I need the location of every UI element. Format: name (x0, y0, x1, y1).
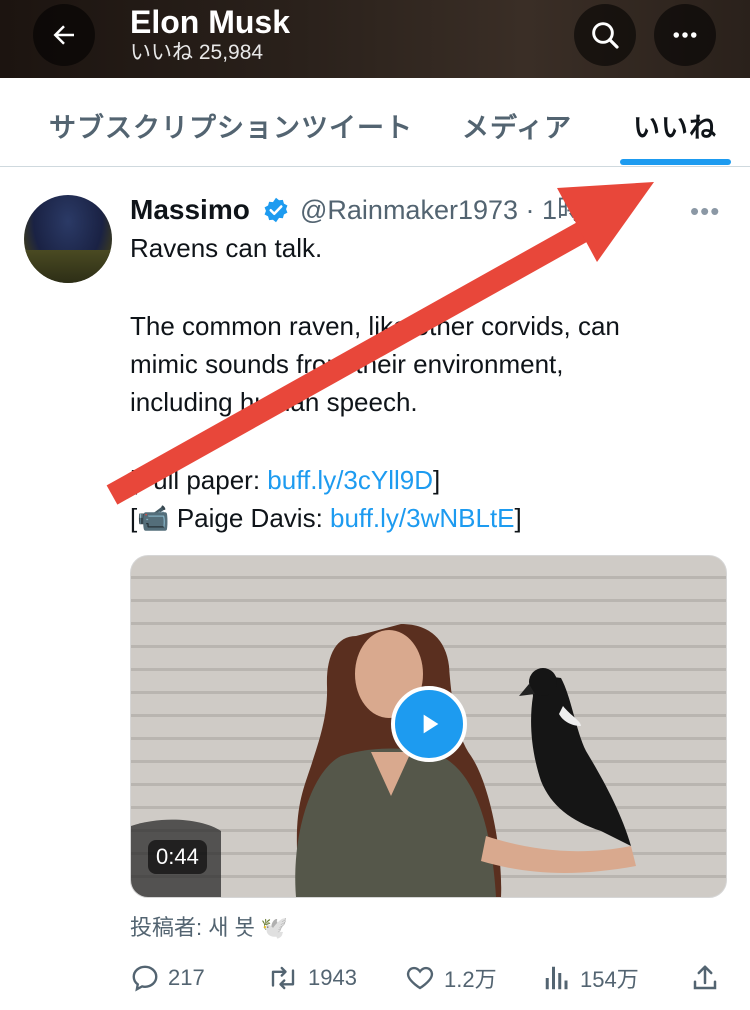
like-count: 1.2万 (444, 967, 497, 992)
profile-tabs: サブスクリプションツイート メディア いいね (0, 78, 750, 167)
tweet-text-line: including human speech. (130, 387, 418, 417)
tweet-text-line: mimic sounds from their environment, (130, 349, 564, 379)
back-button[interactable] (33, 4, 95, 66)
more-button[interactable] (654, 4, 716, 66)
paper-suffix: ] (433, 465, 441, 495)
views-count: 154万 (580, 967, 639, 992)
tweet-more-icon[interactable]: ••• (690, 196, 720, 227)
profile-header: Elon Musk いいね 25,984 (0, 0, 750, 78)
video-camera-icon: 📹 (137, 503, 170, 533)
search-icon (592, 22, 619, 49)
paper-link[interactable]: buff.ly/3cYll9D (267, 465, 433, 495)
verified-badge-icon (264, 197, 288, 223)
tweet-text-line: Ravens can talk. (130, 233, 323, 263)
search-button[interactable] (574, 4, 636, 66)
video-credit-suffix: ] (514, 503, 522, 533)
play-button[interactable] (391, 686, 467, 762)
tweet-text-line: The common raven, like other corvids, ca… (130, 311, 620, 341)
video-credit-line: [📹 Paige Davis: buff.ly/3wNBLtE] (130, 499, 522, 537)
heart-icon (406, 966, 434, 990)
share-button[interactable] (690, 958, 720, 998)
video-credit-name: Paige Davis: (169, 503, 331, 533)
views-button[interactable]: 154万 (542, 958, 639, 998)
tab-likes[interactable]: いいね (633, 106, 717, 145)
like-button[interactable]: 1.2万 (404, 958, 497, 998)
retweet-count: 1943 (308, 965, 357, 990)
reply-button[interactable]: 217 (130, 958, 205, 998)
video-credit-link[interactable]: buff.ly/3wNBLtE (330, 503, 515, 533)
retweet-button[interactable]: 1943 (266, 958, 357, 998)
video-duration: 0:44 (148, 840, 207, 874)
likes-count: いいね 25,984 (130, 41, 264, 64)
arrow-left-icon (53, 25, 74, 45)
play-icon (423, 714, 439, 734)
retweet-icon (271, 966, 295, 990)
share-icon (693, 965, 717, 990)
paper-line: [Full paper: buff.ly/3cYll9D] (130, 461, 440, 499)
reply-icon (132, 965, 158, 992)
tab-subscription-tweets[interactable]: サブスクリプションツイート (49, 106, 413, 145)
tweet-actions: 217 1943 1.2万 154万 (0, 958, 750, 998)
avatar[interactable] (24, 195, 112, 283)
profile-name: Elon Musk (130, 4, 291, 40)
author-name[interactable]: Massimo (130, 193, 250, 227)
reply-count: 217 (168, 965, 205, 990)
tab-active-indicator (620, 159, 731, 165)
author-handle[interactable]: @Rainmaker1973 · 1時間 (300, 193, 611, 227)
retweeted-by[interactable]: 投稿者: 새 봇 🕊️ (130, 913, 288, 943)
paper-prefix: [Full paper: (130, 465, 268, 495)
views-chart-icon (545, 966, 568, 990)
tab-media[interactable]: メディア (462, 106, 572, 145)
more-dots-icon (673, 32, 697, 38)
